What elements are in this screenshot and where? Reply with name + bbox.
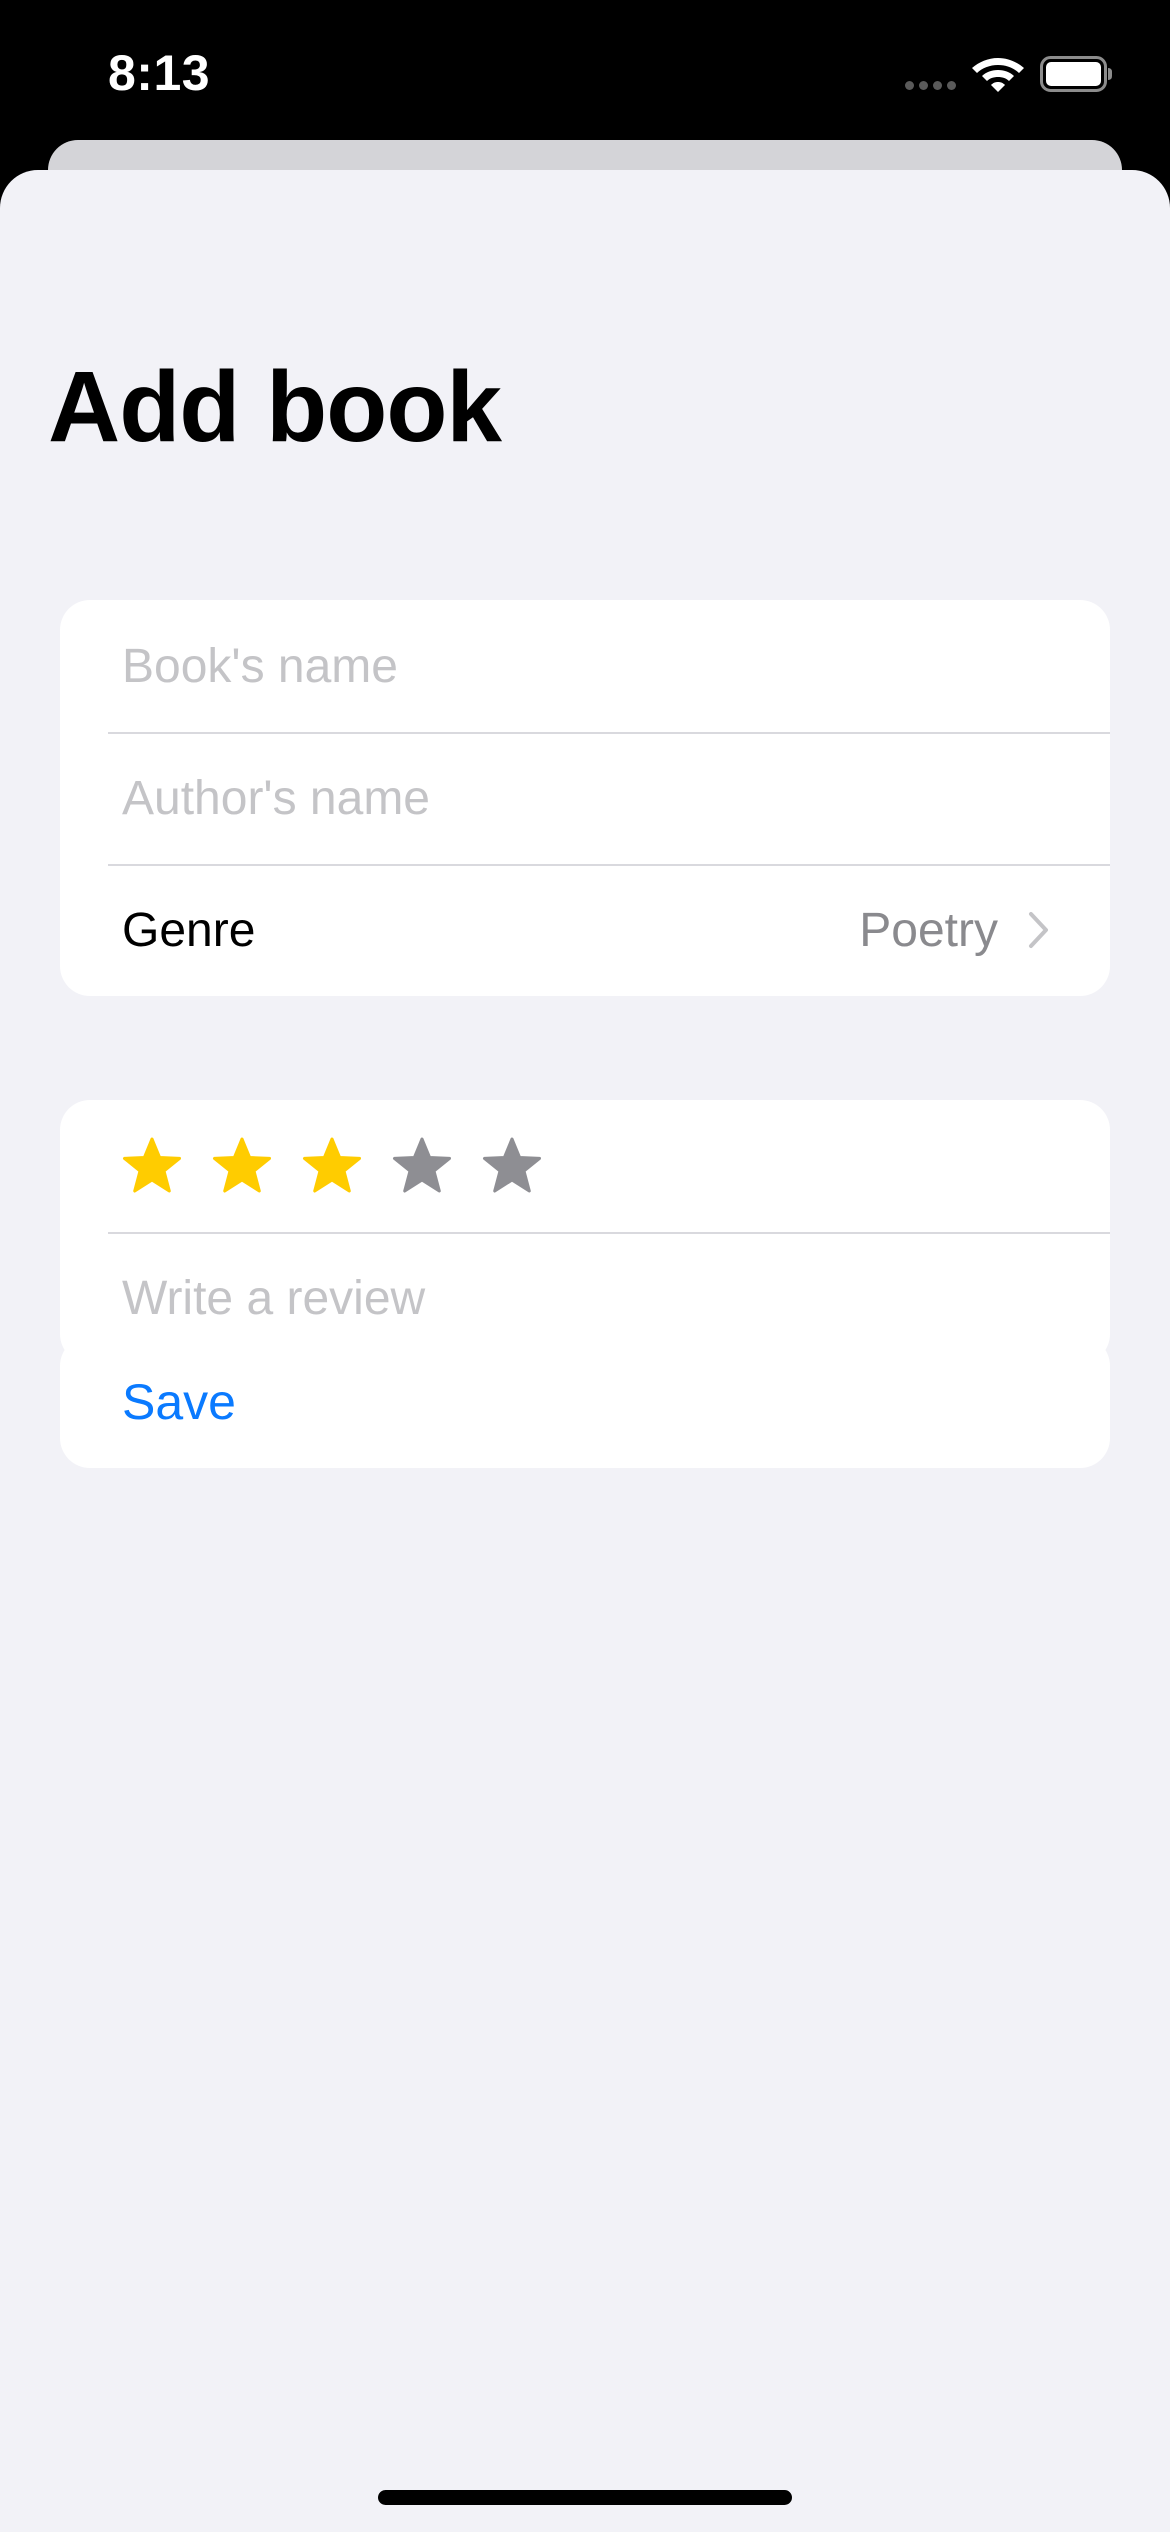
star-filled-icon[interactable] (122, 1137, 182, 1195)
page-title: Add book (48, 351, 502, 463)
star-rating (122, 1137, 542, 1195)
book-details-card: Genre Poetry (60, 600, 1110, 996)
star-filled-icon[interactable] (302, 1137, 362, 1195)
home-indicator (378, 2490, 792, 2505)
save-button[interactable]: Save (60, 1336, 1110, 1468)
star-empty-icon[interactable] (392, 1137, 452, 1195)
book-name-row[interactable] (60, 600, 1110, 732)
review-input[interactable] (122, 1270, 1050, 1326)
star-empty-icon[interactable] (482, 1137, 542, 1195)
review-card (60, 1100, 1110, 1364)
status-bar: 8:13 (0, 0, 1170, 150)
genre-picker-row[interactable]: Genre Poetry (60, 864, 1110, 996)
save-card: Save (60, 1336, 1110, 1468)
rating-row (60, 1100, 1110, 1232)
cellular-signal-icon (905, 81, 956, 90)
add-book-sheet: Add book Genre Poetry (0, 170, 1170, 2532)
wifi-icon (972, 58, 1024, 92)
battery-icon (1040, 56, 1112, 92)
screen: 8:13 Add book Genre Poetry (0, 0, 1170, 2532)
star-filled-icon[interactable] (212, 1137, 272, 1195)
genre-value: Poetry (859, 903, 998, 957)
status-time: 8:13 (108, 45, 211, 101)
author-name-input[interactable] (122, 770, 1050, 826)
save-button-label: Save (122, 1374, 236, 1430)
author-name-row[interactable] (60, 732, 1110, 864)
book-name-input[interactable] (122, 638, 1050, 694)
chevron-right-icon (1029, 912, 1048, 948)
genre-label: Genre (122, 903, 256, 957)
